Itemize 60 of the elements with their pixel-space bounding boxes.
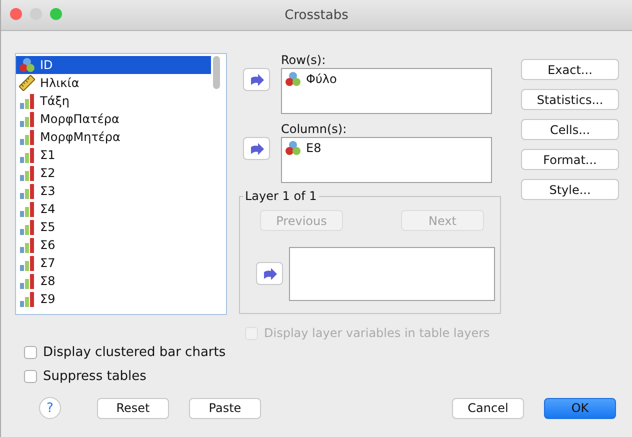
ruler-icon [19, 75, 35, 91]
rows-label: Row(s): [281, 53, 327, 68]
move-arrow-button[interactable] [256, 262, 283, 285]
variable-item[interactable]: Σ8 [16, 272, 211, 290]
variable-item[interactable]: Σ2 [16, 164, 211, 182]
variable-item[interactable]: Σ5 [16, 218, 211, 236]
variable-item[interactable]: Σ6 [16, 236, 211, 254]
variable-item[interactable]: Φύλο [285, 71, 488, 87]
bar-chart-icon [19, 147, 35, 163]
columns-label: Column(s): [281, 122, 348, 137]
variable-item[interactable]: Ηλικία [16, 74, 211, 92]
bar-chart-icon [19, 291, 35, 307]
footer-button[interactable]: Paste [189, 398, 261, 418]
move-arrow-button[interactable] [243, 137, 270, 160]
bar-chart-icon [19, 165, 35, 181]
bar-chart-icon [19, 273, 35, 289]
footer-button[interactable]: Cancel [452, 398, 524, 418]
dialog-button[interactable]: Format... [521, 149, 619, 170]
bar-chart-icon [19, 201, 35, 217]
checkbox-label: Display layer variables in table layers [264, 326, 490, 340]
arrow-icon [262, 268, 276, 280]
arrow-icon [250, 142, 264, 154]
footer-button[interactable]: Reset [97, 398, 169, 418]
bar-chart-icon [19, 93, 35, 109]
variable-item[interactable]: ΜορφΜητέρα [16, 128, 211, 146]
bar-chart-icon [19, 111, 35, 127]
close-button[interactable] [10, 8, 22, 20]
three-balls-icon [285, 71, 301, 87]
bar-chart-icon [19, 219, 35, 235]
checkbox-label: Suppress tables [43, 369, 146, 384]
bar-chart-icon [19, 255, 35, 271]
variable-item[interactable]: ID [16, 56, 211, 74]
variable-item[interactable]: Σ4 [16, 200, 211, 218]
move-arrow-button[interactable] [243, 68, 270, 91]
footer-button[interactable]: OK [544, 398, 616, 418]
dialog-button[interactable]: Cells... [521, 119, 619, 140]
layer-title: Layer 1 of 1 [243, 189, 319, 204]
help-button[interactable]: ? [39, 397, 61, 419]
variable-item[interactable]: Σ3 [16, 182, 211, 200]
variable-item[interactable]: ΜορφΠατέρα [16, 110, 211, 128]
zoom-button[interactable] [50, 8, 62, 20]
variable-item[interactable]: Τάξη [16, 92, 211, 110]
checkbox-label: Display clustered bar charts [43, 345, 226, 360]
window-title: Crosstabs [284, 8, 348, 22]
bar-chart-icon [19, 237, 35, 253]
dialog-button[interactable]: Exact... [521, 59, 619, 80]
variable-item[interactable]: Σ9 [16, 290, 211, 308]
bar-chart-icon [19, 183, 35, 199]
checkbox[interactable] [24, 370, 37, 383]
scrollbar-thumb[interactable] [213, 56, 220, 89]
arrow-icon [250, 74, 264, 86]
variable-item[interactable]: E8 [285, 140, 488, 156]
variable-item[interactable]: Σ7 [16, 254, 211, 272]
variable-item[interactable]: Σ1 [16, 146, 211, 164]
bar-chart-icon [19, 129, 35, 145]
three-balls-icon [19, 57, 35, 73]
dialog-button[interactable]: Statistics... [521, 89, 619, 110]
three-balls-icon [285, 140, 301, 156]
checkbox[interactable] [24, 346, 37, 359]
dialog-button[interactable]: Style... [521, 179, 619, 200]
